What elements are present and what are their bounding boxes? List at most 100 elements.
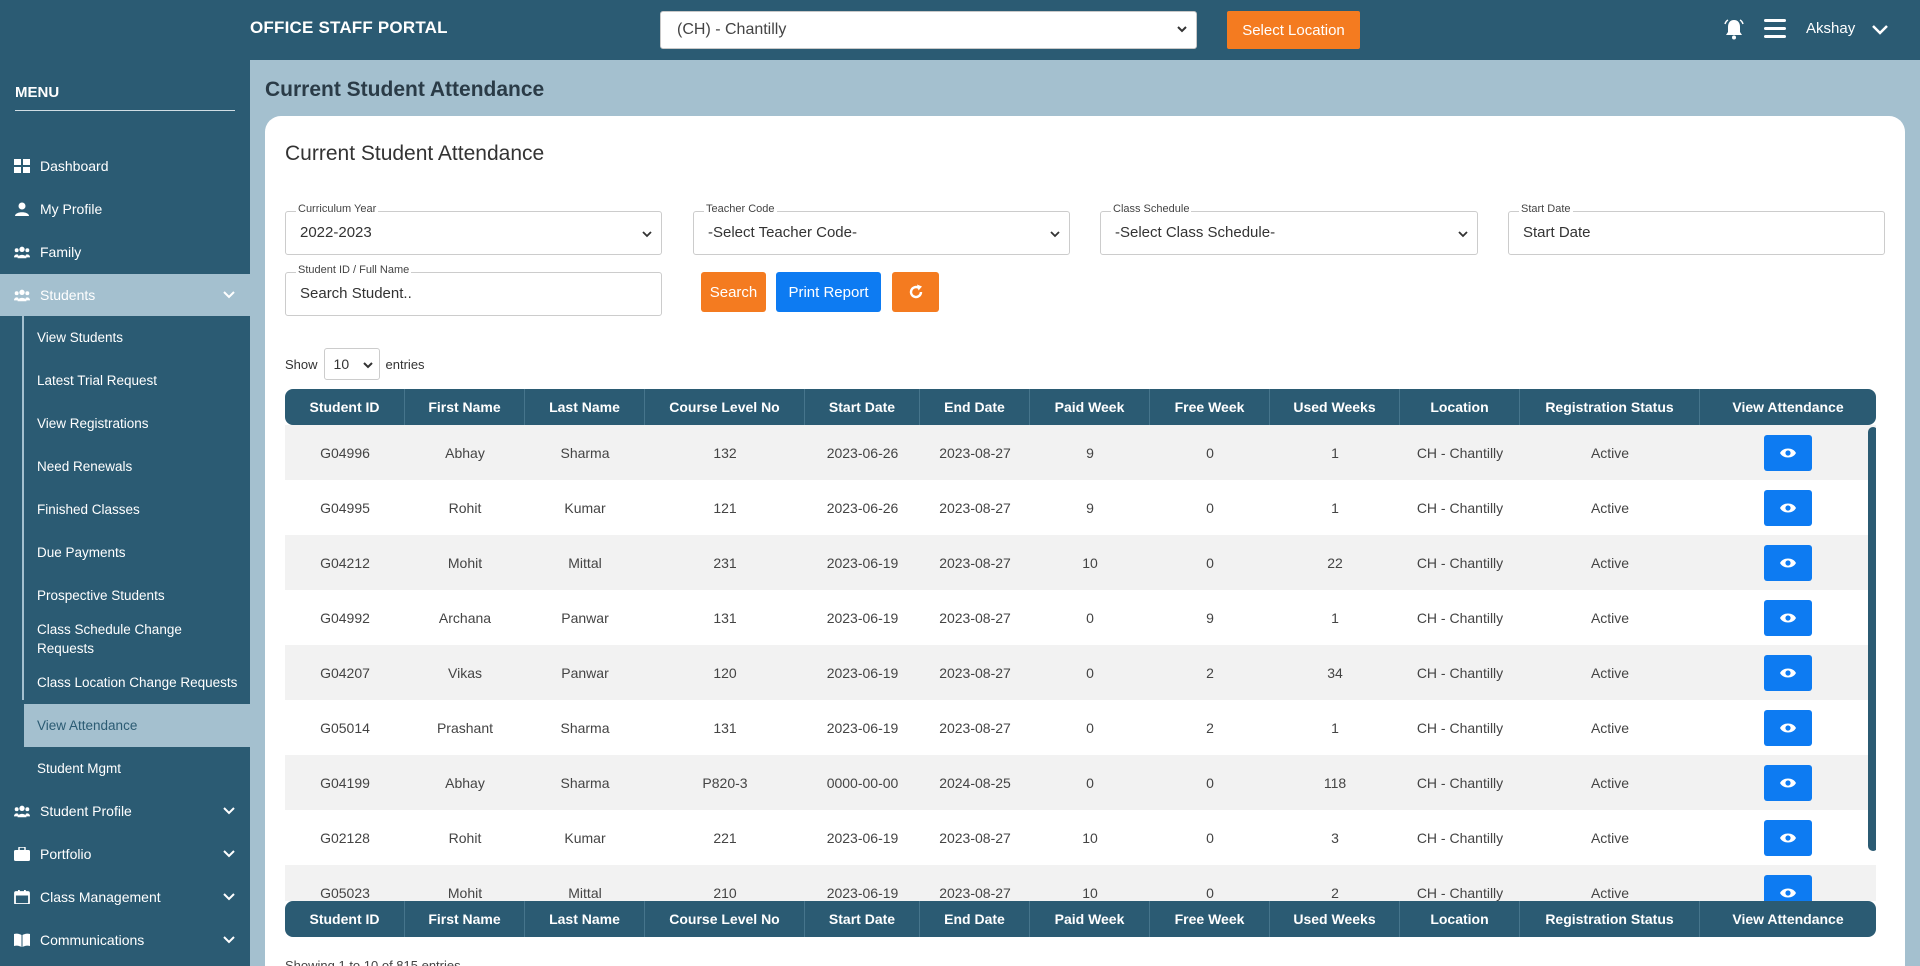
view-attendance-button[interactable]	[1764, 764, 1812, 801]
sidebar-item-label: Communications	[40, 932, 145, 948]
table-header-col-3[interactable]: Course Level No	[645, 389, 805, 425]
submenu-item-view-students[interactable]: View Students	[24, 316, 250, 359]
table-header-col-8[interactable]: Used Weeks	[1270, 389, 1400, 425]
submenu-item-prospective-students[interactable]: Prospective Students	[24, 574, 250, 617]
table-header-col-6[interactable]: Paid Week	[1030, 389, 1150, 425]
table-footer-col-4[interactable]: Start Date	[805, 901, 920, 937]
sidebar-item-students[interactable]: Students	[0, 274, 250, 316]
table-footer-col-2[interactable]: Last Name	[525, 901, 645, 937]
sidebar-item-label: Dashboard	[40, 158, 109, 174]
table-footer-col-8[interactable]: Used Weeks	[1270, 901, 1400, 937]
table-scrollbar[interactable]	[1868, 427, 1876, 851]
entries-label: entries	[385, 356, 425, 372]
sidebar-item-student-profile[interactable]: Student Profile	[0, 790, 250, 832]
sidebar-item-label: Portfolio	[40, 846, 92, 862]
table-cell: 10	[1082, 554, 1098, 571]
table-row: G02128 Rohit Kumar 221 2023-06-19 2023-08-27 1…	[285, 810, 1876, 865]
submenu-item-class-location-change-requests[interactable]: Class Location Change Requests	[24, 661, 250, 704]
view-attendance-button[interactable]	[1764, 819, 1812, 856]
table-row: G05023 Mohit Mittal 210 2023-06-19 2023-08-27…	[285, 865, 1876, 901]
view-attendance-button[interactable]	[1764, 599, 1812, 636]
table-cell: G04212	[320, 554, 370, 571]
table-footer-col-9[interactable]: Location	[1400, 901, 1520, 937]
submenu-item-finished-classes[interactable]: Finished Classes	[24, 488, 250, 531]
view-attendance-button[interactable]	[1764, 434, 1812, 471]
table-cell: Kumar	[564, 829, 606, 846]
table-footer-col-3[interactable]: Course Level No	[645, 901, 805, 937]
print-report-button[interactable]: Print Report	[776, 272, 881, 312]
submenu-item-class-schedule-change-requests[interactable]: Class Schedule Change Requests	[24, 617, 250, 661]
search-button[interactable]: Search	[701, 272, 766, 312]
table-header-col-7[interactable]: Free Week	[1150, 389, 1270, 425]
sidebar-item-my-profile[interactable]: My Profile	[0, 188, 250, 230]
sidebar-item-family[interactable]: Family	[0, 231, 250, 273]
table-header-col-9[interactable]: Location	[1400, 389, 1520, 425]
curriculum-year-select[interactable]: Curriculum Year 2022-2023	[285, 203, 662, 255]
sidebar-item-communications[interactable]: Communications	[0, 919, 250, 961]
select-location-button[interactable]: Select Location	[1227, 11, 1360, 49]
teacher-code-select[interactable]: Teacher Code -Select Teacher Code-	[693, 203, 1070, 255]
view-attendance-button[interactable]	[1764, 874, 1812, 901]
table-header-col-1[interactable]: First Name	[405, 389, 525, 425]
table-cell: 0	[1086, 664, 1094, 681]
eye-icon	[1780, 778, 1796, 787]
entries-value: 10	[333, 356, 350, 372]
submenu-item-view-registrations[interactable]: View Registrations	[24, 402, 250, 445]
briefcase-icon	[14, 847, 30, 861]
table-header-col-2[interactable]: Last Name	[525, 389, 645, 425]
table-footer-col-5[interactable]: End Date	[920, 901, 1030, 937]
chevron-down-icon	[1177, 26, 1187, 33]
refresh-button[interactable]	[892, 272, 939, 312]
class-schedule-value: -Select Class Schedule-	[1115, 224, 1276, 241]
student-search-input[interactable]: Student ID / Full Name Search Student..	[285, 264, 662, 316]
table-header-col-4[interactable]: Start Date	[805, 389, 920, 425]
table-cell: Mohit	[447, 884, 483, 901]
submenu-item-latest-trial-request[interactable]: Latest Trial Request	[24, 359, 250, 402]
table-cell: Sharma	[560, 444, 610, 461]
submenu-item-due-payments[interactable]: Due Payments	[24, 531, 250, 574]
start-date-input[interactable]: Start Date Start Date	[1508, 203, 1885, 255]
view-attendance-button[interactable]	[1764, 489, 1812, 526]
table-footer-col-7[interactable]: Free Week	[1150, 901, 1270, 937]
table-footer-col-1[interactable]: First Name	[405, 901, 525, 937]
table-cell: Active	[1590, 554, 1630, 571]
table-header-col-11[interactable]: View Attendance	[1700, 389, 1876, 425]
curriculum-year-value: 2022-2023	[300, 224, 372, 241]
table-cell: 2023-06-19	[826, 884, 899, 901]
table-cell: 34	[1327, 664, 1343, 681]
table-header-col-10[interactable]: Registration Status	[1520, 389, 1700, 425]
table-cell: 0	[1206, 499, 1214, 516]
view-attendance-button[interactable]	[1764, 709, 1812, 746]
table-footer-col-6[interactable]: Paid Week	[1030, 901, 1150, 937]
table-footer-col-0[interactable]: Student ID	[285, 901, 405, 937]
table-footer-col-10[interactable]: Registration Status	[1520, 901, 1700, 937]
view-attendance-button[interactable]	[1764, 654, 1812, 691]
submenu-item-need-renewals[interactable]: Need Renewals	[24, 445, 250, 488]
table-cell: 231	[713, 554, 737, 571]
table-cell: 2023-08-27	[939, 829, 1011, 846]
table-cell: 2023-08-27	[939, 499, 1011, 516]
table-header-col-5[interactable]: End Date	[920, 389, 1030, 425]
table-header-col-0[interactable]: Student ID	[285, 389, 405, 425]
class-schedule-select[interactable]: Class Schedule -Select Class Schedule-	[1100, 203, 1478, 255]
page-title: Current Student Attendance	[265, 78, 545, 101]
menu-hamburger-icon[interactable]	[1764, 19, 1786, 39]
location-select[interactable]: (CH) - Chantilly	[660, 11, 1197, 49]
table-cell: 1	[1331, 444, 1339, 461]
chevron-down-icon	[223, 893, 235, 901]
entries-select[interactable]: 10	[323, 348, 380, 380]
view-attendance-button[interactable]	[1764, 544, 1812, 581]
sidebar: MENU Dashboard My Profile Family Student…	[0, 60, 250, 966]
submenu-item-view-attendance[interactable]: View Attendance	[24, 704, 250, 747]
bell-icon[interactable]	[1724, 18, 1744, 40]
table-footer-col-11[interactable]: View Attendance	[1700, 901, 1876, 937]
submenu-item-student-mgmt[interactable]: Student Mgmt	[24, 747, 250, 790]
sidebar-item-portfolio[interactable]: Portfolio	[0, 833, 250, 875]
table-cell: Panwar	[561, 609, 609, 626]
book-icon	[14, 933, 30, 947]
location-select-value: (CH) - Chantilly	[677, 21, 787, 38]
user-dropdown-chevron-icon[interactable]	[1870, 20, 1890, 40]
table-cell-action	[1700, 480, 1876, 535]
sidebar-item-dashboard[interactable]: Dashboard	[0, 145, 250, 187]
sidebar-item-class-management[interactable]: Class Management	[0, 876, 250, 918]
